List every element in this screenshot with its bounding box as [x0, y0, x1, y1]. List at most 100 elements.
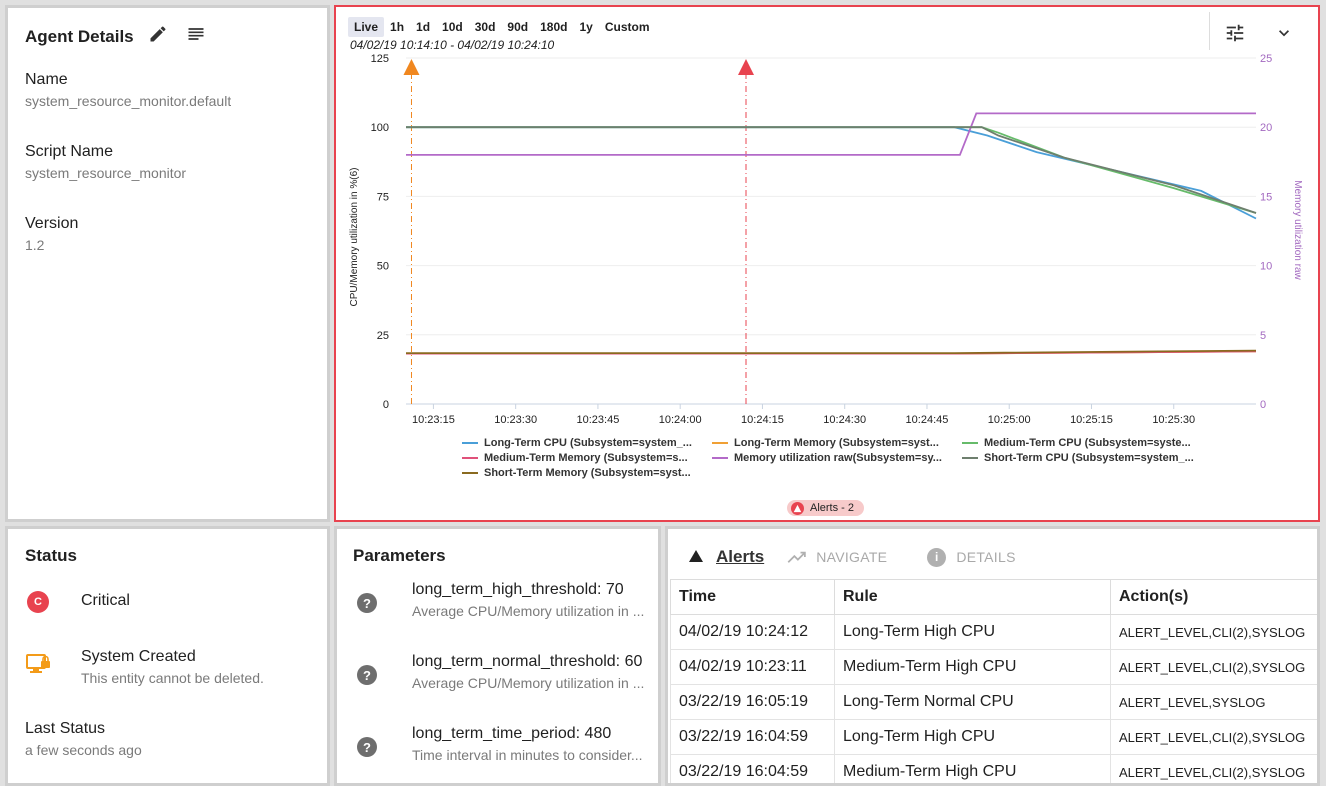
alerts-badge-label: Alerts - 2	[810, 502, 854, 514]
last-status-value: a few seconds ago	[25, 742, 142, 758]
field-value: 1.2	[25, 237, 78, 253]
details-label: DETAILS	[956, 549, 1015, 565]
parameter-name: long_term_normal_threshold: 60	[412, 653, 647, 671]
field-label: Script Name	[25, 143, 186, 161]
y2-tick-label: 0	[1260, 399, 1266, 411]
edit-icon[interactable]	[148, 24, 168, 49]
x-tick-label: 10:23:45	[577, 414, 620, 426]
agent-details-title: Agent Details	[25, 27, 134, 47]
series-line	[406, 127, 1256, 213]
alert-rule: Medium-Term High CPU	[835, 650, 1111, 685]
y-axis-label: CPU/Memory utilization in %(6)	[349, 168, 360, 307]
status-panel: Status C Critical System Created This en…	[5, 526, 330, 786]
list-icon[interactable]	[186, 24, 206, 49]
parameter-name: long_term_high_threshold: 70	[412, 581, 647, 599]
parameter-item[interactable]: ? long_term_time_period: 480 Time interv…	[357, 725, 647, 763]
line-chart: CPU/Memory utilization in %(6) Memory ut…	[336, 7, 1320, 437]
x-tick-label: 10:23:30	[494, 414, 537, 426]
legend-item[interactable]: Long-Term Memory (Subsystem=syst...	[712, 437, 962, 449]
alerts-badge[interactable]: Alerts - 2	[787, 500, 864, 516]
field-label: Version	[25, 215, 78, 233]
x-tick-label: 10:24:15	[741, 414, 784, 426]
legend-item[interactable]: Short-Term CPU (Subsystem=system_...	[962, 452, 1212, 464]
alert-actions: ALERT_LEVEL,SYSLOG	[1111, 685, 1319, 720]
table-row[interactable]: 03/22/19 16:05:19 Long-Term Normal CPU A…	[671, 685, 1319, 720]
alert-actions: ALERT_LEVEL,CLI(2),SYSLOG	[1111, 650, 1319, 685]
alert-time: 03/22/19 16:05:19	[671, 685, 835, 720]
y-tick-label: 25	[377, 330, 389, 342]
legend-item[interactable]: Long-Term CPU (Subsystem=system_...	[462, 437, 712, 449]
legend-item[interactable]: Short-Term Memory (Subsystem=syst...	[462, 467, 712, 479]
status-state: Critical	[81, 592, 130, 610]
alert-triangle-icon	[791, 502, 804, 515]
column-header-actions[interactable]: Action(s)	[1111, 580, 1319, 615]
critical-status-icon: C	[27, 591, 49, 613]
legend-swatch	[462, 442, 478, 444]
alert-marker-triangle	[738, 59, 754, 75]
collapse-triangle-icon[interactable]	[688, 549, 704, 566]
parameter-item[interactable]: ? long_term_normal_threshold: 60 Average…	[357, 653, 647, 691]
legend-swatch	[712, 457, 728, 459]
table-row[interactable]: 04/02/19 10:24:12 Long-Term High CPU ALE…	[671, 615, 1319, 650]
legend-swatch	[962, 457, 978, 459]
alert-time: 04/02/19 10:24:12	[671, 615, 835, 650]
legend-item[interactable]: Memory utilization raw(Subsystem=sy...	[712, 452, 962, 464]
details-button[interactable]: i DETAILS	[927, 548, 1015, 567]
alerts-title[interactable]: Alerts	[716, 547, 764, 567]
y-tick-label: 0	[383, 399, 389, 411]
column-header-time[interactable]: Time	[671, 580, 835, 615]
legend-item[interactable]: Medium-Term Memory (Subsystem=s...	[462, 452, 712, 464]
y2-tick-label: 5	[1260, 330, 1266, 342]
alert-rule: Long-Term High CPU	[835, 720, 1111, 755]
series-line	[406, 113, 1256, 154]
legend-item[interactable]: Medium-Term CPU (Subsystem=syste...	[962, 437, 1212, 449]
column-header-rule[interactable]: Rule	[835, 580, 1111, 615]
field-label: Name	[25, 71, 231, 89]
alert-rule: Long-Term High CPU	[835, 615, 1111, 650]
alerts-table: Time Rule Action(s) 04/02/19 10:24:12 Lo…	[670, 579, 1319, 786]
parameter-description: Time interval in minutes to consider...	[412, 747, 647, 763]
chart-panel: Live 1h 1d 10d 30d 90d 180d 1y Custom 04…	[334, 5, 1320, 522]
parameter-description: Average CPU/Memory utilization in ...	[412, 603, 647, 619]
navigate-button[interactable]: NAVIGATE	[786, 549, 887, 565]
version-field: Version 1.2	[25, 215, 78, 253]
help-icon: ?	[357, 593, 377, 613]
agent-details-panel: Agent Details Name system_resource_monit…	[5, 5, 330, 522]
legend-label: Long-Term Memory (Subsystem=syst...	[734, 437, 939, 449]
status-title: Status	[25, 546, 77, 566]
agent-details-header: Agent Details	[25, 24, 206, 49]
parameter-item[interactable]: ? long_term_high_threshold: 70 Average C…	[357, 581, 647, 619]
legend-swatch	[962, 442, 978, 444]
name-field: Name system_resource_monitor.default	[25, 71, 231, 109]
x-tick-label: 10:25:00	[988, 414, 1031, 426]
legend-label: Medium-Term CPU (Subsystem=syste...	[984, 437, 1191, 449]
y-tick-label: 125	[371, 53, 389, 65]
legend-label: Memory utilization raw(Subsystem=sy...	[734, 452, 942, 464]
help-icon: ?	[357, 737, 377, 757]
alerts-toolbar: Alerts NAVIGATE i DETAILS	[688, 547, 1016, 567]
y2-axis-label: Memory utilization raw	[1292, 180, 1303, 280]
system-created-field: System Created This entity cannot be del…	[81, 648, 264, 686]
alerts-panel: Alerts NAVIGATE i DETAILS Time Rule Acti…	[665, 526, 1320, 786]
alert-actions: ALERT_LEVEL,CLI(2),SYSLOG	[1111, 755, 1319, 786]
x-tick-label: 10:25:30	[1152, 414, 1195, 426]
x-tick-label: 10:24:30	[823, 414, 866, 426]
last-status-label: Last Status	[25, 720, 142, 738]
series-line	[406, 127, 1256, 218]
legend-label: Short-Term CPU (Subsystem=system_...	[984, 452, 1194, 464]
table-header-row: Time Rule Action(s)	[671, 580, 1319, 615]
x-tick-label: 10:24:00	[659, 414, 702, 426]
table-row[interactable]: 03/22/19 16:04:59 Medium-Term High CPU A…	[671, 755, 1319, 786]
y-tick-label: 100	[371, 122, 389, 134]
y2-tick-label: 15	[1260, 191, 1272, 203]
table-row[interactable]: 04/02/19 10:23:11 Medium-Term High CPU A…	[671, 650, 1319, 685]
y2-tick-label: 25	[1260, 53, 1272, 65]
legend-swatch	[462, 472, 478, 474]
parameter-name: long_term_time_period: 480	[412, 725, 647, 743]
y-tick-label: 50	[377, 261, 389, 273]
table-row[interactable]: 03/22/19 16:04:59 Long-Term High CPU ALE…	[671, 720, 1319, 755]
help-icon: ?	[357, 665, 377, 685]
x-tick-label: 10:24:45	[906, 414, 949, 426]
field-value: system_resource_monitor	[25, 165, 186, 181]
legend-swatch	[712, 442, 728, 444]
